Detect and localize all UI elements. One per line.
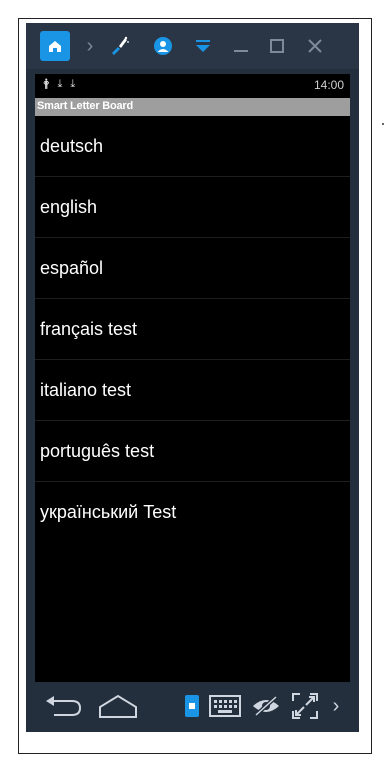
usb-icon: 🛉 xyxy=(43,78,50,90)
language-item-ukrainian[interactable]: український Test xyxy=(35,482,350,543)
fullscreen-button[interactable] xyxy=(288,688,322,724)
language-item-italiano[interactable]: italiano test xyxy=(35,360,350,421)
language-label: français test xyxy=(40,318,138,339)
maximize-icon xyxy=(270,39,284,53)
minimize-button[interactable] xyxy=(226,31,256,61)
brush-button[interactable] xyxy=(104,31,134,61)
status-bar: 🛉 ⤓ ⤓ 14:00 xyxy=(35,74,350,96)
language-label: english xyxy=(40,196,98,217)
language-label: deutsch xyxy=(40,135,104,156)
close-icon xyxy=(308,39,322,53)
home-icon xyxy=(49,41,61,52)
breadcrumb-chevron-icon: › xyxy=(86,34,94,57)
home-button[interactable] xyxy=(40,31,70,61)
maximize-button[interactable] xyxy=(262,31,292,61)
language-list: deutsch english español français test it… xyxy=(35,116,350,543)
close-button[interactable] xyxy=(300,31,330,61)
status-clock: 14:00 xyxy=(313,78,344,92)
keyboard-icon xyxy=(209,695,241,717)
language-item-english[interactable]: english xyxy=(35,177,350,238)
language-item-espanol[interactable]: español xyxy=(35,238,350,299)
more-chevron-icon[interactable]: › xyxy=(326,688,346,724)
fullscreen-icon xyxy=(292,693,318,719)
status-icons: 🛉 ⤓ ⤓ xyxy=(43,78,75,90)
stray-dot xyxy=(382,123,384,125)
emulator-toolbar: › xyxy=(26,23,359,69)
app-title: Smart Letter Board xyxy=(37,100,134,112)
language-item-deutsch[interactable]: deutsch xyxy=(35,116,350,177)
device-button[interactable] xyxy=(181,688,203,724)
brush-icon xyxy=(112,36,129,55)
language-label: português test xyxy=(40,440,155,461)
download-icon: ⤓ xyxy=(70,78,76,90)
eye-off-icon xyxy=(253,695,279,717)
minimize-icon xyxy=(234,50,248,52)
account-button[interactable] xyxy=(148,31,178,61)
language-item-francais[interactable]: français test xyxy=(35,299,350,360)
menu-dropdown-icon xyxy=(196,40,210,52)
phone-icon xyxy=(185,695,199,717)
language-label: український Test xyxy=(40,502,177,522)
visibility-button[interactable] xyxy=(248,688,284,724)
emulator-nav-bar: › xyxy=(26,682,359,732)
android-screen: 🛉 ⤓ ⤓ 14:00 Smart Letter Board deutsch e… xyxy=(35,74,350,682)
language-label: español xyxy=(40,257,104,278)
user-icon xyxy=(154,37,172,55)
app-title-bar: Smart Letter Board xyxy=(35,98,350,116)
download-icon: ⤓ xyxy=(57,78,63,90)
android-home-button[interactable] xyxy=(96,688,140,724)
language-item-portugues[interactable]: português test xyxy=(35,421,350,482)
home-outline-icon xyxy=(99,694,137,718)
back-button[interactable] xyxy=(36,688,88,724)
keyboard-button[interactable] xyxy=(208,688,242,724)
menu-button[interactable] xyxy=(188,31,218,61)
emulator-window: › 🛉 ⤓ ⤓ 14:00 Smart Letter Board deutsch… xyxy=(26,23,359,732)
back-icon xyxy=(46,696,82,716)
language-label: italiano test xyxy=(40,379,132,400)
